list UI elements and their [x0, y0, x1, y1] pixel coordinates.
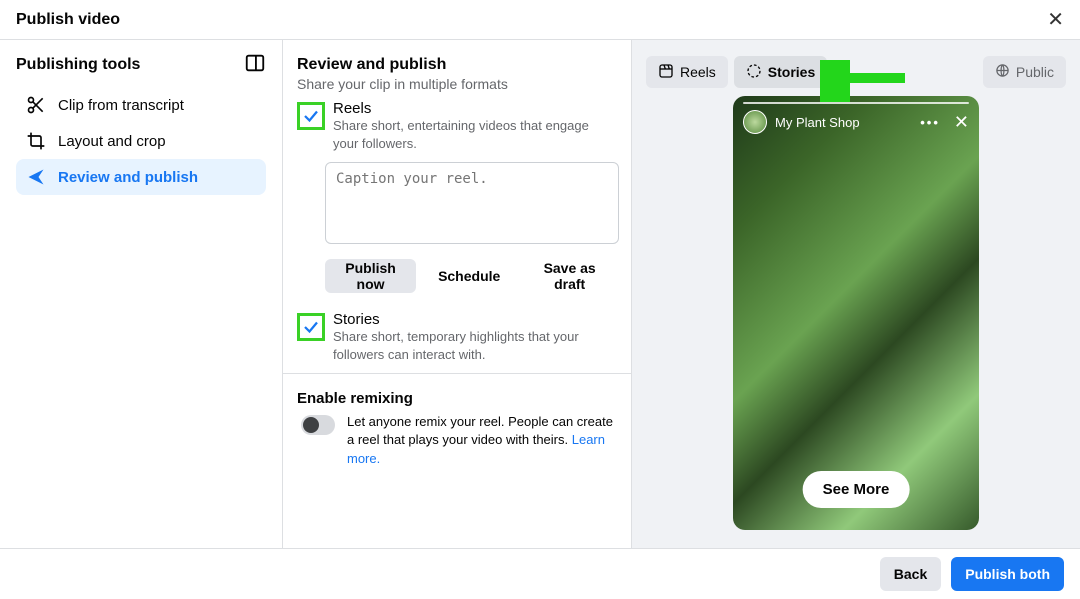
story-account-name: My Plant Shop: [775, 115, 860, 130]
review-panel: Review and publish Share your clip in mu…: [283, 40, 632, 548]
save-draft-button[interactable]: Save as draft: [522, 259, 617, 293]
more-icon[interactable]: •••: [920, 115, 940, 130]
visibility-chip[interactable]: Public: [983, 56, 1066, 88]
reels-desc: Share short, entertaining videos that en…: [333, 117, 617, 152]
publish-now-button[interactable]: Publish now: [325, 259, 416, 293]
sidebar-title: Publishing tools: [16, 56, 140, 74]
sidebar-item-review-publish[interactable]: Review and publish: [16, 159, 266, 195]
sidebar-header: Publishing tools: [16, 52, 266, 77]
remix-desc: Let anyone remix your reel. People can c…: [347, 413, 617, 468]
preview-panel: Reels Stories Public My Plant Shop ••• ✕…: [632, 40, 1080, 548]
share-icon: [26, 167, 46, 187]
scissors-icon: [26, 95, 46, 115]
remix-title: Enable remixing: [297, 390, 617, 407]
avatar: [743, 110, 767, 134]
story-preview: My Plant Shop ••• ✕ See More: [733, 96, 979, 530]
globe-icon: [995, 63, 1010, 81]
reels-icon: [658, 63, 674, 82]
dialog-footer: Back Publish both: [0, 548, 1080, 599]
reels-checkbox[interactable]: [297, 102, 325, 130]
stories-checkbox[interactable]: [297, 313, 325, 341]
option-stories: Stories Share short, temporary highlight…: [297, 311, 617, 363]
sidebar-item-layout-crop[interactable]: Layout and crop: [16, 123, 266, 159]
stories-desc: Share short, temporary highlights that y…: [333, 328, 617, 363]
review-subtitle: Share your clip in multiple formats: [297, 76, 617, 92]
story-header: My Plant Shop ••• ✕: [743, 110, 969, 134]
sidebar-item-label: Clip from transcript: [58, 97, 184, 114]
dialog-header: Publish video ✕: [0, 0, 1080, 40]
close-icon[interactable]: ✕: [1047, 7, 1064, 32]
reels-label: Reels: [333, 100, 617, 117]
review-title: Review and publish: [297, 56, 617, 74]
sidebar-item-label: Review and publish: [58, 169, 198, 186]
option-reels: Reels Share short, entertaining videos t…: [297, 100, 617, 152]
section-divider: [283, 373, 631, 374]
story-cta-button[interactable]: See More: [803, 471, 910, 508]
sidebar-item-label: Layout and crop: [58, 133, 166, 150]
dialog-body: Publishing tools Clip from transcript La…: [0, 40, 1080, 548]
story-progress-bar: [743, 102, 969, 104]
dialog-title: Publish video: [16, 11, 120, 29]
stories-label: Stories: [333, 311, 617, 328]
reel-caption-input[interactable]: [325, 162, 619, 244]
story-close-icon[interactable]: ✕: [954, 112, 969, 133]
schedule-button[interactable]: Schedule: [424, 259, 514, 293]
reel-action-row: Publish now Schedule Save as draft: [325, 259, 617, 293]
preview-mode-segment: Reels Stories: [646, 56, 827, 88]
remix-toggle[interactable]: [301, 415, 335, 435]
crop-icon: [26, 131, 46, 151]
tab-stories[interactable]: Stories: [734, 56, 827, 88]
panel-layout-icon[interactable]: [244, 52, 266, 77]
publish-both-button[interactable]: Publish both: [951, 557, 1064, 591]
sidebar-item-clip-transcript[interactable]: Clip from transcript: [16, 87, 266, 123]
preview-toolbar: Reels Stories Public: [632, 56, 1080, 88]
stories-icon: [746, 63, 762, 82]
back-button[interactable]: Back: [880, 557, 941, 591]
tab-reels[interactable]: Reels: [646, 56, 728, 88]
sidebar: Publishing tools Clip from transcript La…: [0, 40, 283, 548]
